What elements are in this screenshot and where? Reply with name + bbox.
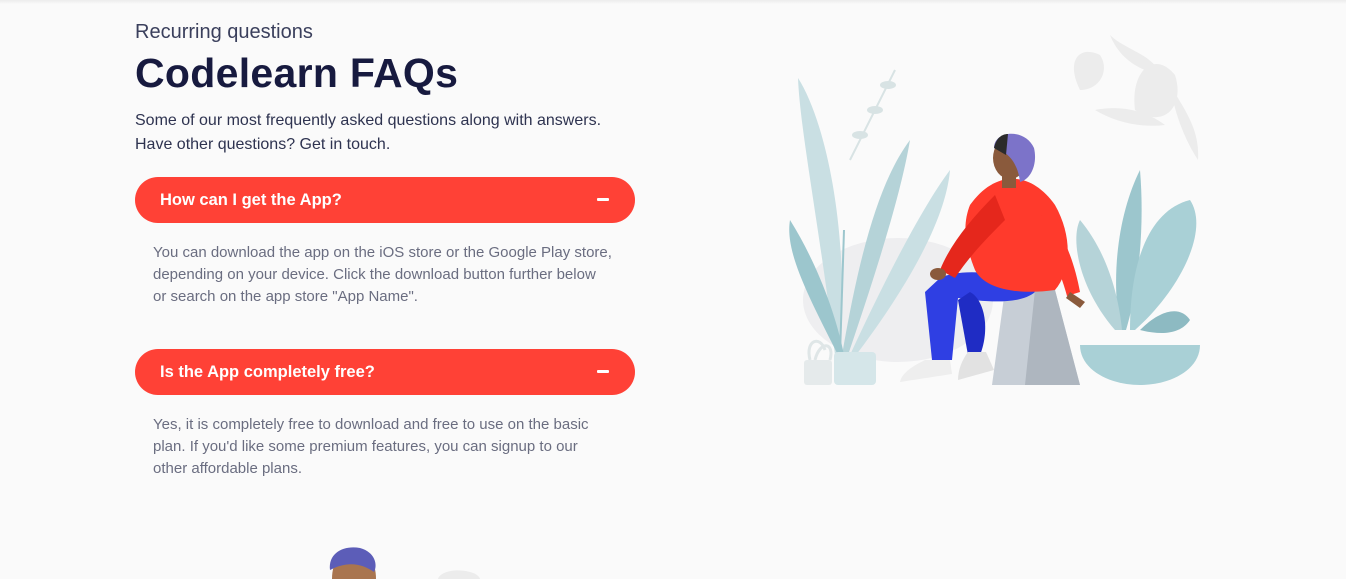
section-eyebrow: Recurring questions: [135, 21, 313, 43]
header-shadow: [0, 0, 1346, 4]
person-sitting-with-plants-illustration: [789, 35, 1200, 385]
stool: [992, 290, 1080, 385]
faq-question-button-app[interactable]: How can I get the App?: [135, 177, 635, 223]
person-avatar-illustration: [329, 547, 480, 579]
faq-question-label: How can I get the App?: [160, 190, 342, 209]
small-pot: [804, 339, 833, 385]
page-title: Codelearn FAQs: [135, 50, 459, 96]
minus-icon: [597, 370, 609, 373]
faq-answer-app: You can download the app on the iOS stor…: [153, 244, 612, 305]
faq-answer-free: Yes, it is completely free to download a…: [153, 416, 589, 477]
faq-question-label: Is the App completely free?: [160, 362, 375, 381]
faded-plant-branch: [849, 69, 896, 161]
right-plant: [1076, 170, 1200, 385]
intro-text: Some of our most frequently asked questi…: [135, 112, 602, 153]
minus-icon: [597, 198, 609, 201]
faq-question-button-free[interactable]: Is the App completely free?: [135, 349, 635, 395]
faded-leaves-decoration: [1073, 35, 1199, 160]
